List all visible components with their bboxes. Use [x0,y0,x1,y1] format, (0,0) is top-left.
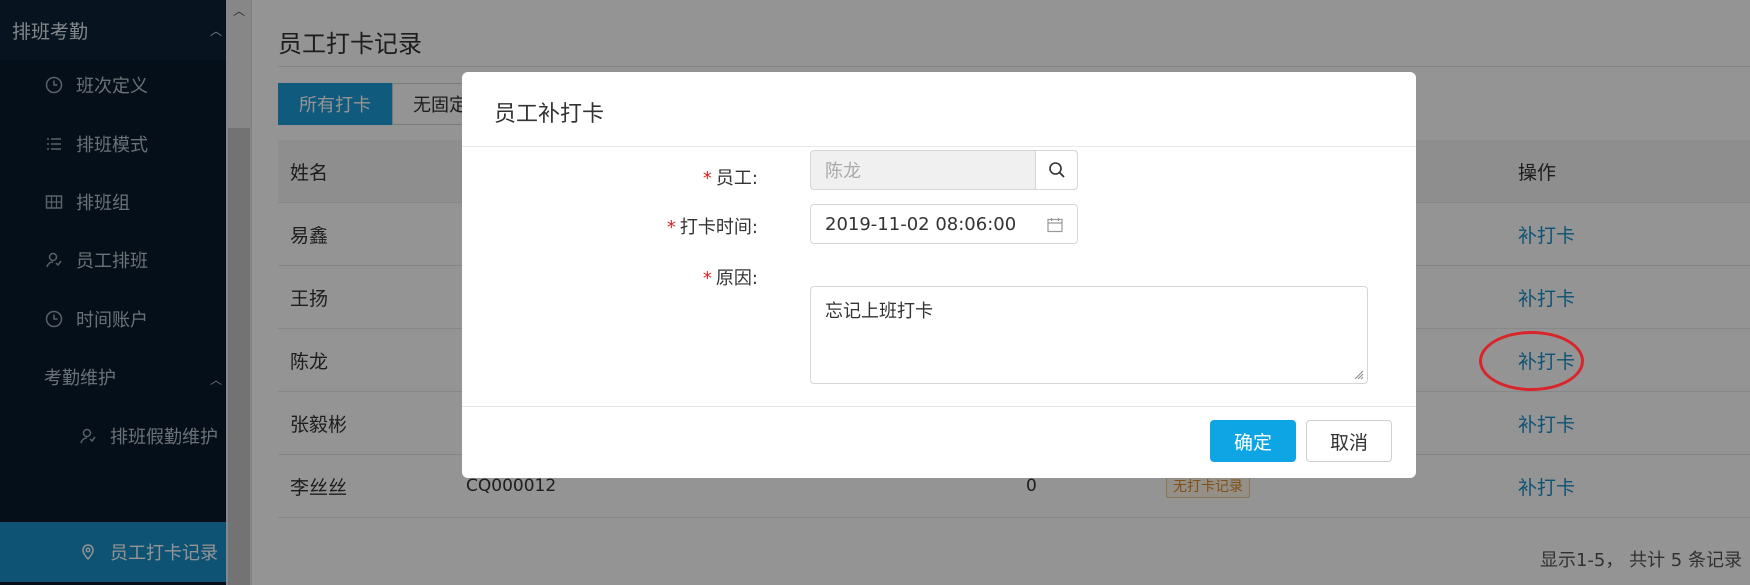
employee-label: * 员工: [702,168,758,189]
divider [462,146,1416,147]
divider [462,406,1416,407]
calendar-icon[interactable] [1047,217,1063,233]
annotation-circle [1479,331,1584,391]
makeup-clock-dialog: 员工补打卡 * 员工: 陈龙 * 打卡时间: 2019-11-02 08:06:00… [462,72,1416,478]
resize-handle-icon[interactable] [1354,370,1364,380]
search-icon [1048,162,1065,178]
reason-label: * 原因: [702,268,758,289]
time-label: * 打卡时间: [666,217,758,238]
dialog-title: 员工补打卡 [494,102,605,127]
employee-field: 陈龙 [810,150,1078,190]
reason-textarea[interactable]: 忘记上班打卡 [810,286,1368,384]
required-mark: * [702,168,712,189]
employee-search-button[interactable] [1035,151,1077,189]
required-mark: * [666,217,676,238]
required-mark: * [702,268,712,289]
confirm-button[interactable]: 确定 [1210,420,1296,462]
employee-value: 陈龙 [825,161,861,182]
reason-value: 忘记上班打卡 [825,301,933,322]
cancel-button[interactable]: 取消 [1306,420,1392,462]
clock-time-value: 2019-11-02 08:06:00 [825,213,1017,235]
clock-time-input[interactable]: 2019-11-02 08:06:00 [810,204,1078,244]
